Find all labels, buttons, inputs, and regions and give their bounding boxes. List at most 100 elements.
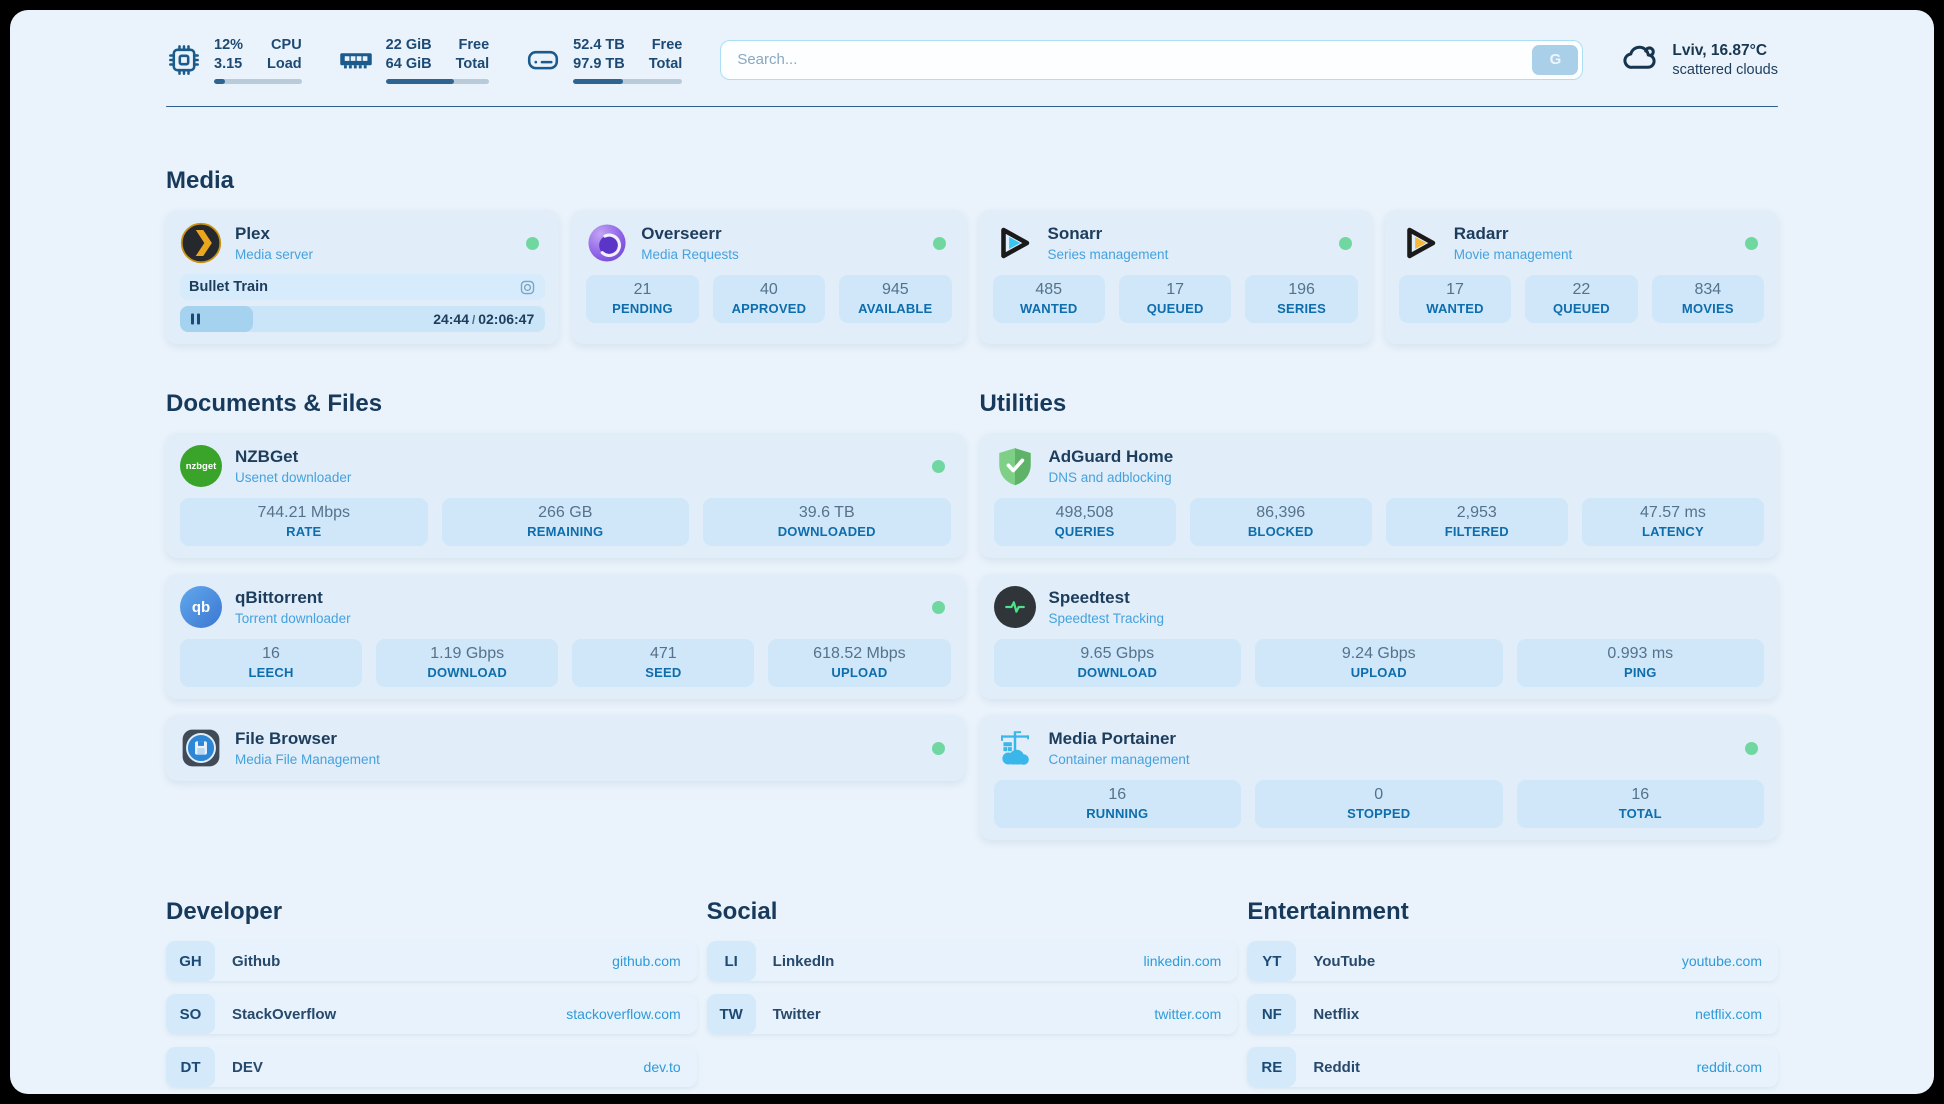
link-badge: LI — [707, 941, 756, 981]
overseerr-card[interactable]: Overseerr Media Requests 21 PENDING 40 A… — [572, 210, 965, 344]
section-title-documents: Documents & Files — [166, 390, 965, 418]
sonarr-card[interactable]: Sonarr Series management 485 WANTED 17 Q… — [979, 210, 1372, 344]
stat-leech: 16 LEECH — [180, 639, 362, 687]
disk-total-value: 97.9 TB — [573, 55, 625, 74]
section-title-developer: Developer — [166, 898, 697, 926]
link-badge: SO — [166, 994, 215, 1034]
stat-queued: 17 QUEUED — [1119, 275, 1231, 323]
search-input[interactable] — [720, 40, 1583, 80]
media-grid: Plex Media server Bullet Train — [166, 210, 1778, 344]
link-netflix[interactable]: NF Netflix netflix.com — [1247, 994, 1778, 1034]
top-bar: 12% 3.15 CPU Load — [166, 10, 1778, 84]
stat-pending: 21 PENDING — [586, 275, 698, 323]
stat-ping: 0.993 ms PING — [1517, 639, 1765, 687]
nzbget-icon: nzbget — [180, 445, 222, 487]
speedtest-card[interactable]: Speedtest Speedtest Tracking 9.65 Gbps D… — [980, 574, 1779, 699]
stat-available: 945 AVAILABLE — [839, 275, 951, 323]
ram-icon — [338, 42, 374, 78]
app-title: Radarr — [1454, 224, 1573, 244]
weather-location-temp: Lviv, 16.87°C — [1672, 41, 1778, 62]
overseerr-icon — [586, 222, 628, 264]
status-dot — [1339, 237, 1352, 250]
app-subtitle: Media Requests — [641, 247, 739, 263]
cpu-usage-value: 12% — [214, 36, 243, 55]
status-dot — [526, 237, 539, 250]
plex-card[interactable]: Plex Media server Bullet Train — [166, 210, 559, 344]
section-title-social: Social — [707, 898, 1238, 926]
link-stackoverflow[interactable]: SO StackOverflow stackoverflow.com — [166, 994, 697, 1034]
system-stats: 12% 3.15 CPU Load — [166, 36, 682, 84]
stat-series: 196 SERIES — [1245, 275, 1357, 323]
disk-total-label: Total — [649, 55, 683, 74]
stat-rate: 744.21 Mbps RATE — [180, 498, 428, 546]
stat-wanted: 17 WANTED — [1399, 275, 1511, 323]
radarr-card[interactable]: Radarr Movie management 17 WANTED 22 QUE… — [1385, 210, 1778, 344]
file-browser-card[interactable]: File Browser Media File Management — [166, 715, 965, 781]
adguard-card[interactable]: AdGuard Home DNS and adblocking 498,508 … — [980, 433, 1779, 558]
weather-condition: scattered clouds — [1672, 62, 1778, 78]
stat-wanted: 485 WANTED — [993, 275, 1105, 323]
disk-free-value: 52.4 TB — [573, 36, 625, 55]
stat-filtered: 2,953 FILTERED — [1386, 498, 1568, 546]
link-badge: GH — [166, 941, 215, 981]
disk-free-label: Free — [649, 36, 683, 55]
app-subtitle: Media server — [235, 247, 313, 263]
ram-progress-track — [386, 79, 490, 84]
stat-running: 16 RUNNING — [994, 780, 1242, 828]
nzbget-card[interactable]: nzbget NZBGet Usenet downloader 744.21 M… — [166, 433, 965, 558]
stat-downloaded: 39.6 TB DOWNLOADED — [703, 498, 951, 546]
ram-free-label: Free — [456, 36, 490, 55]
app-subtitle: Container management — [1049, 752, 1190, 768]
portainer-card[interactable]: Media Portainer Container management 16 … — [980, 715, 1779, 840]
section-social: Social LI LinkedIn linkedin.com TW Twitt… — [707, 898, 1238, 1034]
qbittorrent-card[interactable]: qb qBittorrent Torrent downloader 16 LEE… — [166, 574, 965, 699]
section-utilities: Utilities AdGuard Home — [980, 390, 1779, 840]
pause-icon — [191, 314, 200, 325]
search-provider-button[interactable]: G — [1532, 45, 1578, 75]
app-title: AdGuard Home — [1049, 447, 1174, 467]
ram-total-label: Total — [456, 55, 490, 74]
link-reddit[interactable]: RE Reddit reddit.com — [1247, 1047, 1778, 1087]
link-dev[interactable]: DT DEV dev.to — [166, 1047, 697, 1087]
app-title: File Browser — [235, 729, 380, 749]
stat-latency: 47.57 ms LATENCY — [1582, 498, 1764, 546]
search-bar: G — [720, 40, 1583, 80]
stat-approved: 40 APPROVED — [713, 275, 825, 323]
app-subtitle: Torrent downloader — [235, 611, 351, 627]
section-developer: Developer GH Github github.com SO StackO… — [166, 898, 697, 1087]
header-divider — [166, 106, 1778, 108]
stat-total: 16 TOTAL — [1517, 780, 1765, 828]
link-linkedin[interactable]: LI LinkedIn linkedin.com — [707, 941, 1238, 981]
status-dot — [932, 742, 945, 755]
app-title: qBittorrent — [235, 588, 351, 608]
ram-total-value: 64 GiB — [386, 55, 432, 74]
dashboard-page: 12% 3.15 CPU Load — [10, 10, 1934, 1094]
cpu-progress-track — [214, 79, 302, 84]
stat-upload: 9.24 Gbps UPLOAD — [1255, 639, 1503, 687]
link-github[interactable]: GH Github github.com — [166, 941, 697, 981]
app-subtitle: Media File Management — [235, 752, 380, 768]
link-youtube[interactable]: YT YouTube youtube.com — [1247, 941, 1778, 981]
ram-free-value: 22 GiB — [386, 36, 432, 55]
playback-progress-bar[interactable]: 24:44/02:06:47 — [180, 306, 545, 332]
app-title: Speedtest — [1049, 588, 1165, 608]
status-dot — [932, 601, 945, 614]
adguard-icon — [994, 445, 1036, 487]
link-badge: DT — [166, 1047, 215, 1087]
disk-stat: 52.4 TB 97.9 TB Free Total — [525, 36, 682, 84]
link-badge: RE — [1247, 1047, 1296, 1087]
status-dot — [932, 460, 945, 473]
app-subtitle: Movie management — [1454, 247, 1573, 263]
weather-widget: Lviv, 16.87°C scattered clouds — [1621, 38, 1778, 81]
now-playing-bar: Bullet Train — [180, 274, 545, 300]
cpu-stat: 12% 3.15 CPU Load — [166, 36, 302, 84]
link-badge: TW — [707, 994, 756, 1034]
link-twitter[interactable]: TW Twitter twitter.com — [707, 994, 1238, 1034]
speedtest-icon — [994, 586, 1036, 628]
stat-movies: 834 MOVIES — [1652, 275, 1764, 323]
player-settings-icon[interactable] — [519, 279, 536, 296]
link-badge: YT — [1247, 941, 1296, 981]
disk-icon — [525, 42, 561, 78]
cpu-load-label: Load — [267, 55, 302, 74]
app-title: Media Portainer — [1049, 729, 1190, 749]
